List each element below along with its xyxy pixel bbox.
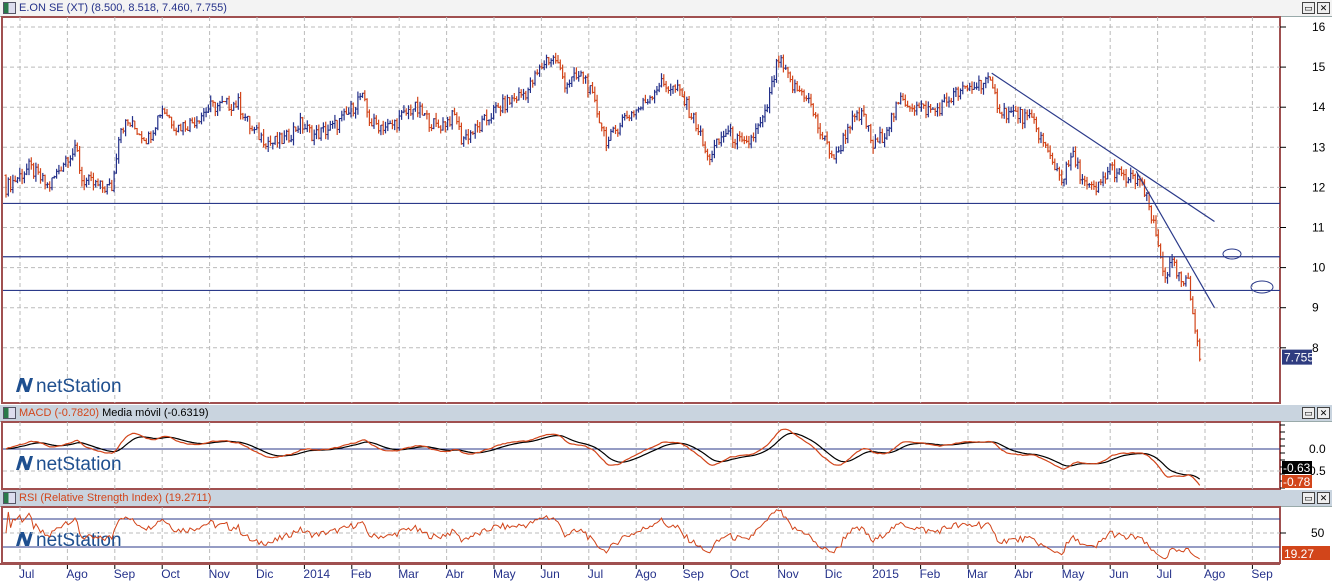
price-tick-label: 15 <box>1312 60 1326 74</box>
month-label: Sep <box>114 567 136 581</box>
month-label: Dic <box>256 567 273 581</box>
macd-tick-label: 0.0 <box>1309 442 1326 456</box>
month-label: Mar <box>398 567 419 581</box>
netstation-logo-icon <box>16 378 33 392</box>
macd-signal-value: -0.63 <box>1283 461 1311 475</box>
price-tick-label: 8 <box>1312 341 1319 355</box>
month-label: Jul <box>1157 567 1172 581</box>
watermark-text: netStation <box>36 376 122 397</box>
rsi-tick-label: 50 <box>1311 526 1325 540</box>
price-tick-label: 11 <box>1312 221 1325 235</box>
macd-tick-label: 0.5 <box>1309 464 1326 478</box>
maximize-button[interactable]: ▭ <box>1302 407 1315 419</box>
month-label: Jul <box>19 567 34 581</box>
main-chart-titlebar: E.ON SE (XT) (8.500, 8.518, 7.460, 7.755… <box>0 0 1332 17</box>
macd-value: -0.78 <box>1283 475 1311 489</box>
price-tick-label: 9 <box>1312 301 1319 315</box>
month-label: Oct <box>161 567 180 581</box>
month-label: Jul <box>588 567 603 581</box>
macd-ma-title: Media móvil (-0.6319) <box>102 407 209 419</box>
close-button[interactable]: ✕ <box>1317 407 1330 419</box>
month-label: Abr <box>446 567 465 581</box>
panel-frame-2 <box>1 506 1281 564</box>
month-label: 2015 <box>872 567 899 581</box>
netstation-logo-icon <box>16 456 33 470</box>
month-label: Ago <box>635 567 657 581</box>
month-label: Feb <box>920 567 941 581</box>
trend-line <box>991 72 1215 222</box>
chart-icon <box>3 492 16 504</box>
month-label: Sep <box>683 567 705 581</box>
month-label: Mar <box>967 567 988 581</box>
month-label: May <box>493 567 516 581</box>
price-tick-label: 13 <box>1312 140 1326 154</box>
panel-frame-1 <box>1 421 1281 490</box>
month-label: Feb <box>351 567 372 581</box>
rsi-title: RSI (Relative Strength Index) (19.2711) <box>19 492 212 504</box>
macd-titlebar: MACD (-0.7820) Media móvil (-0.6319) ▭ ✕ <box>0 405 1332 422</box>
rsi-line <box>5 509 1200 560</box>
macd-line <box>5 428 1201 486</box>
maximize-button[interactable]: ▭ <box>1302 492 1315 504</box>
month-label: Dic <box>825 567 842 581</box>
last-price-badge <box>1282 349 1312 365</box>
chart-icon <box>3 407 16 419</box>
month-label: Ago <box>66 567 88 581</box>
month-label: Jun <box>540 567 559 581</box>
highlight-ellipse <box>1250 280 1274 294</box>
macd-value-badge <box>1282 475 1312 488</box>
price-tick-label: 16 <box>1312 20 1326 34</box>
month-label: 2014 <box>303 567 330 581</box>
price-tick-label: 10 <box>1312 261 1326 275</box>
close-button[interactable]: ✕ <box>1317 2 1330 14</box>
month-label: Nov <box>209 567 230 581</box>
month-label: Nov <box>777 567 798 581</box>
macd-title: MACD (-0.7820) <box>19 407 100 419</box>
rsi-value-badge <box>1282 546 1330 560</box>
netstation-logo-icon <box>16 532 33 546</box>
macd-signal-line <box>5 432 1201 480</box>
month-label: Sep <box>1251 567 1273 581</box>
month-label: Oct <box>730 567 749 581</box>
highlight-ellipse <box>1222 248 1242 260</box>
month-label: Ago <box>1204 567 1226 581</box>
close-button[interactable]: ✕ <box>1317 492 1330 504</box>
panel-frame-0 <box>1 16 1281 404</box>
month-label: Abr <box>1014 567 1033 581</box>
price-tick-label: 14 <box>1312 100 1326 114</box>
trend-line <box>1135 171 1216 308</box>
main-chart-title: E.ON SE (XT) (8.500, 8.518, 7.460, 7.755… <box>19 2 227 14</box>
rsi-titlebar: RSI (Relative Strength Index) (19.2711) … <box>0 490 1332 507</box>
maximize-button[interactable]: ▭ <box>1302 2 1315 14</box>
month-label: May <box>1062 567 1085 581</box>
watermark-text: netStation <box>36 530 122 551</box>
watermark-text: netStation <box>36 454 122 475</box>
macd-signal-badge <box>1282 461 1312 474</box>
chart-icon <box>3 2 16 14</box>
last-price-label: 7.755 <box>1284 351 1314 365</box>
rsi-value: 19.27 <box>1284 547 1314 561</box>
price-tick-label: 12 <box>1312 180 1326 194</box>
month-label: Jun <box>1109 567 1128 581</box>
